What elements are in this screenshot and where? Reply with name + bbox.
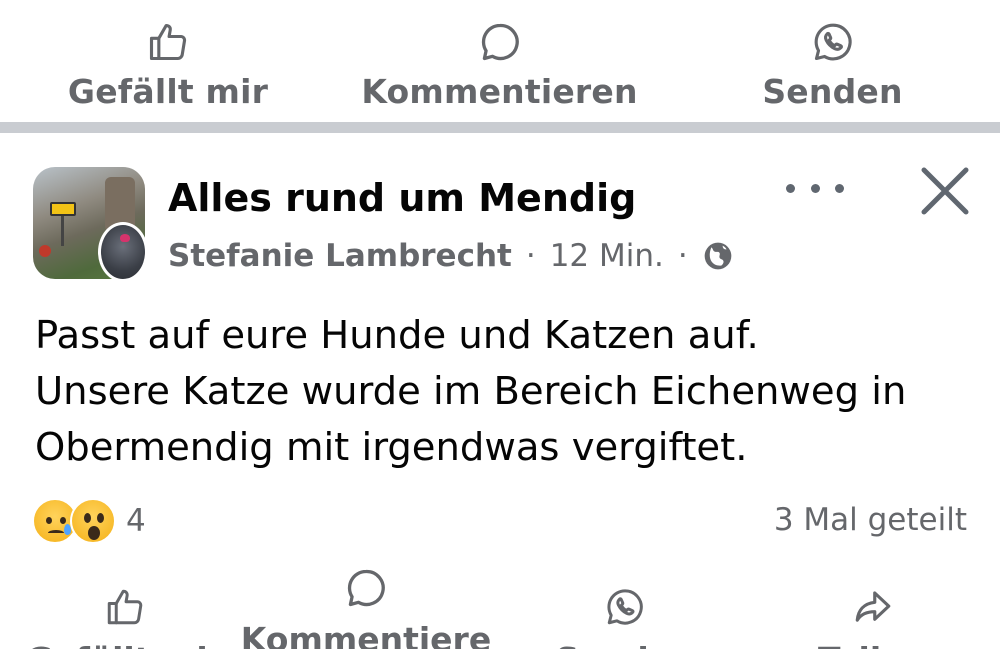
like-button[interactable]: Gefällt mir [26, 586, 224, 649]
shares-count-link[interactable]: 3 Mal geteilt [774, 502, 967, 538]
post-text-line: Passt auf eure Hunde und Katzen auf. [35, 313, 759, 358]
author-name-link[interactable]: Stefanie Lambrecht [168, 238, 512, 274]
more-dot-icon [835, 183, 844, 193]
close-post-button[interactable] [918, 164, 972, 218]
meta-separator: · [525, 238, 536, 274]
facebook-feed: Gefällt mir Kommentieren Senden Alles ru… [0, 0, 1000, 649]
comment-bubble-icon [344, 566, 388, 614]
avatar-heart [120, 234, 130, 242]
like-label: Gefällt mir [67, 72, 269, 111]
post-text-line: Obermendig mit irgendwas vergiftet. [35, 425, 748, 470]
send-label: Senden [555, 640, 694, 649]
comment-button[interactable]: Kommentieren [361, 20, 637, 111]
post-action-bar: Gefällt mir Kommentiere Senden [0, 560, 1000, 649]
reactions-summary[interactable]: 4 [32, 497, 146, 545]
globe-icon [702, 240, 734, 272]
whatsapp-icon [604, 586, 646, 632]
send-button[interactable]: Senden [555, 586, 695, 649]
comment-label: Kommentiere [240, 620, 492, 649]
comment-label: Kommentieren [361, 72, 638, 111]
more-dot-icon [786, 183, 795, 193]
wow-reaction-icon [70, 498, 116, 544]
send-button[interactable]: Senden [762, 20, 903, 111]
more-dot-icon [810, 183, 820, 193]
share-label: Teilen [818, 640, 927, 649]
post-divider [0, 122, 1000, 133]
previous-post-action-bar: Gefällt mir Kommentieren Senden [0, 0, 1000, 122]
author-avatar[interactable] [98, 222, 148, 282]
like-label: Gefällt mir [26, 640, 224, 649]
like-button[interactable]: Gefällt mir [68, 20, 268, 111]
share-arrow-icon [852, 586, 894, 632]
share-button[interactable]: Teilen [818, 586, 927, 649]
post-meta: Stefanie Lambrecht · 12 Min. · [168, 236, 734, 276]
post-text-line: Unsere Katze wurde im Bereich Eichenweg … [35, 369, 907, 414]
reaction-count: 4 [126, 503, 146, 539]
post-timestamp[interactable]: 12 Min. [550, 238, 664, 274]
avatar-town-sign [50, 202, 76, 216]
whatsapp-icon [811, 20, 855, 64]
avatar-sign-pole [61, 216, 64, 246]
more-options-button[interactable] [786, 176, 844, 200]
send-label: Senden [762, 72, 903, 111]
thumbs-up-icon [146, 20, 190, 64]
close-icon [921, 167, 969, 215]
post-text: Passt auf eure Hunde und Katzen auf. Uns… [35, 308, 975, 476]
comment-button[interactable]: Kommentiere [241, 566, 491, 649]
meta-separator-2: · [677, 238, 688, 274]
comment-bubble-icon [478, 20, 522, 64]
group-name-link[interactable]: Alles rund um Mendig [168, 176, 636, 220]
thumbs-up-icon [104, 586, 146, 632]
avatar-flower [39, 245, 51, 257]
